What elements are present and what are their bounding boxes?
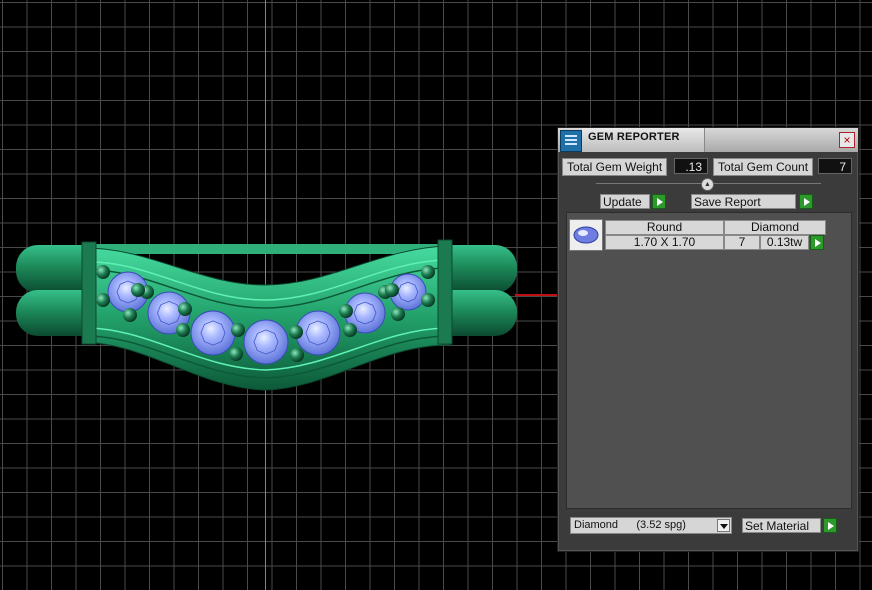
prong-bead (421, 265, 435, 279)
total-gem-weight-value: .13 (674, 158, 708, 174)
set-material-play-arrow-icon[interactable] (823, 518, 837, 533)
gem-shape-cell: Round (605, 220, 724, 235)
prong-bead (290, 348, 304, 362)
prong-bead (385, 283, 399, 297)
ring-model[interactable] (0, 0, 560, 400)
prong-bead (231, 323, 245, 337)
prong-bead (96, 265, 110, 279)
prong-bead (131, 283, 145, 297)
prong-bead (178, 302, 192, 316)
close-icon[interactable]: × (839, 132, 855, 148)
prong-bead (176, 323, 190, 337)
gem-stone[interactable] (243, 319, 289, 365)
round-gem-icon (569, 219, 603, 251)
prong-bead (421, 293, 435, 307)
total-gem-weight-label: Total Gem Weight (562, 158, 668, 176)
save-report-play-arrow-icon[interactable] (799, 194, 813, 209)
prong-bead (391, 307, 405, 321)
panel-title-tab: GEM REPORTER (582, 128, 705, 152)
panel-title: GEM REPORTER (588, 131, 680, 143)
prong-bead (343, 323, 357, 337)
prong-bead (96, 293, 110, 307)
gem-list[interactable]: Round Diamond 1.70 X 1.70 7 0.13tw (566, 212, 852, 509)
material-dropdown-value: Diamond (3.52 spg) (574, 519, 686, 531)
gem-row-play-arrow-icon[interactable] (810, 235, 824, 250)
prong-bead (289, 325, 303, 339)
material-dropdown[interactable]: Diamond (3.52 spg) (570, 517, 732, 534)
gem-reporter-logo-icon (560, 130, 582, 152)
gem-stone[interactable] (190, 310, 236, 356)
gem-list-item[interactable]: Round Diamond 1.70 X 1.70 7 0.13tw (569, 219, 826, 251)
gem-weight-cell: 0.13tw (760, 235, 809, 250)
gem-size-cell: 1.70 X 1.70 (605, 235, 724, 250)
update-button[interactable]: Update (600, 194, 650, 209)
gem-reporter-panel: GEM REPORTER × Total Gem Weight .13 Tota… (557, 127, 859, 552)
prong-bead (339, 304, 353, 318)
gem-count-cell: 7 (724, 235, 760, 250)
set-material-button[interactable]: Set Material (742, 518, 821, 533)
panel-titlebar[interactable]: GEM REPORTER × (558, 128, 858, 152)
gem-material-cell: Diamond (724, 220, 826, 235)
save-report-button[interactable]: Save Report (691, 194, 796, 209)
chevron-down-icon[interactable] (717, 519, 730, 532)
update-play-arrow-icon[interactable] (652, 194, 666, 209)
prong-bead (229, 347, 243, 361)
prong-bead (123, 308, 137, 322)
total-gem-count-value: 7 (818, 158, 852, 174)
total-gem-count-label: Total Gem Count (713, 158, 814, 176)
collapse-knob-icon[interactable]: ▲ (701, 178, 714, 191)
